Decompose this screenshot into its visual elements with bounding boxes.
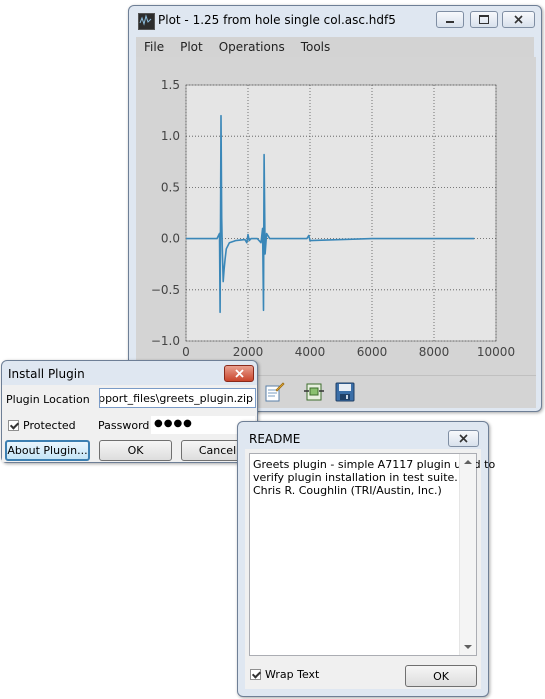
close-button[interactable]	[448, 430, 479, 447]
close-icon	[459, 434, 468, 443]
line-chart[interactable]: 0 2000 4000 6000 8000 10000 −1.0 −0.5 0.0 0.5 1.0 1…	[136, 57, 536, 375]
menu-file[interactable]: File	[136, 40, 172, 54]
readme-textarea[interactable]: Greets plugin - simple A7117 plugin used…	[249, 453, 496, 656]
menu-tools[interactable]: Tools	[293, 40, 339, 54]
install-plugin-dialog: Install Plugin Plugin Location \support_…	[1, 360, 258, 463]
install-plugin-titlebar[interactable]: Install Plugin	[2, 361, 257, 385]
y-tick-label: 0.0	[161, 232, 180, 246]
plot-window-titlebar[interactable]: Plot - 1.25 from hole single col.asc.hdf…	[129, 6, 541, 34]
password-label: Password	[98, 419, 150, 432]
x-tick-label: 10000	[477, 345, 515, 359]
wrap-text-label: Wrap Text	[265, 668, 320, 681]
readme-dialog: README Greets plugin - simple A7117 plug…	[237, 421, 496, 697]
menu-plot[interactable]: Plot	[172, 40, 211, 54]
x-tick-label: 4000	[295, 345, 326, 359]
close-icon	[514, 15, 523, 24]
readme-titlebar[interactable]: README	[238, 422, 488, 449]
readme-line: verify plugin installation in test suite…	[253, 471, 458, 484]
readme-line: Greets plugin - simple A7117 plugin used…	[253, 458, 496, 471]
readme-text: Greets plugin - simple A7117 plugin used…	[253, 458, 496, 497]
edit-icon[interactable]	[263, 381, 285, 406]
dialog-title: Install Plugin	[8, 367, 85, 381]
close-icon	[234, 369, 244, 378]
maximize-button[interactable]	[470, 11, 498, 28]
ok-button[interactable]: OK	[99, 440, 172, 461]
wrap-text-checkbox[interactable]	[250, 669, 261, 680]
x-tick-label: 6000	[357, 345, 388, 359]
export-icon[interactable]	[303, 381, 325, 406]
protected-label: Protected	[23, 419, 76, 432]
plot-background	[185, 84, 497, 342]
dialog-title: README	[249, 432, 301, 446]
window-title: Plot - 1.25 from hole single col.asc.hdf…	[158, 13, 396, 27]
x-tick-label: 8000	[419, 345, 450, 359]
protected-checkbox[interactable]	[8, 420, 19, 431]
app-icon	[138, 13, 155, 30]
readme-line: Chris R. Coughlin (TRI/Austin, Inc.)	[253, 484, 442, 497]
y-tick-label: 0.5	[161, 180, 180, 194]
ok-button[interactable]: OK	[405, 665, 477, 687]
menu-operations[interactable]: Operations	[211, 40, 293, 54]
x-tick-label: 2000	[233, 345, 264, 359]
scroll-up-icon[interactable]	[464, 460, 472, 464]
close-button[interactable]	[502, 11, 535, 28]
y-tick-label: −1.0	[151, 334, 180, 348]
about-plugin-button[interactable]: About Plugin...	[5, 440, 90, 461]
scroll-down-icon[interactable]	[464, 645, 472, 649]
minimize-button[interactable]	[436, 11, 464, 28]
menu-bar: File Plot Operations Tools	[136, 37, 534, 57]
readme-body: Greets plugin - simple A7117 plugin used…	[245, 449, 496, 689]
y-tick-label: 1.5	[161, 78, 180, 92]
save-icon[interactable]	[334, 381, 356, 406]
vertical-scrollbar[interactable]	[459, 454, 476, 655]
minimize-icon	[446, 21, 454, 23]
close-button[interactable]	[224, 365, 254, 382]
plot-window: Plot - 1.25 from hole single col.asc.hdf…	[128, 5, 542, 412]
y-tick-label: 1.0	[161, 129, 180, 143]
plugin-location-label: Plugin Location	[6, 393, 90, 406]
install-plugin-body: Plugin Location \support_files\greets_pl…	[2, 385, 257, 462]
plot-area: 0 2000 4000 6000 8000 10000 −1.0 −0.5 0.0 0.5 1.0 1…	[136, 57, 536, 375]
y-tick-label: −0.5	[151, 283, 180, 297]
maximize-icon	[479, 15, 489, 24]
x-tick-label: 0	[182, 345, 190, 359]
plugin-location-field[interactable]: \support_files\greets_plugin.zip	[99, 388, 256, 408]
